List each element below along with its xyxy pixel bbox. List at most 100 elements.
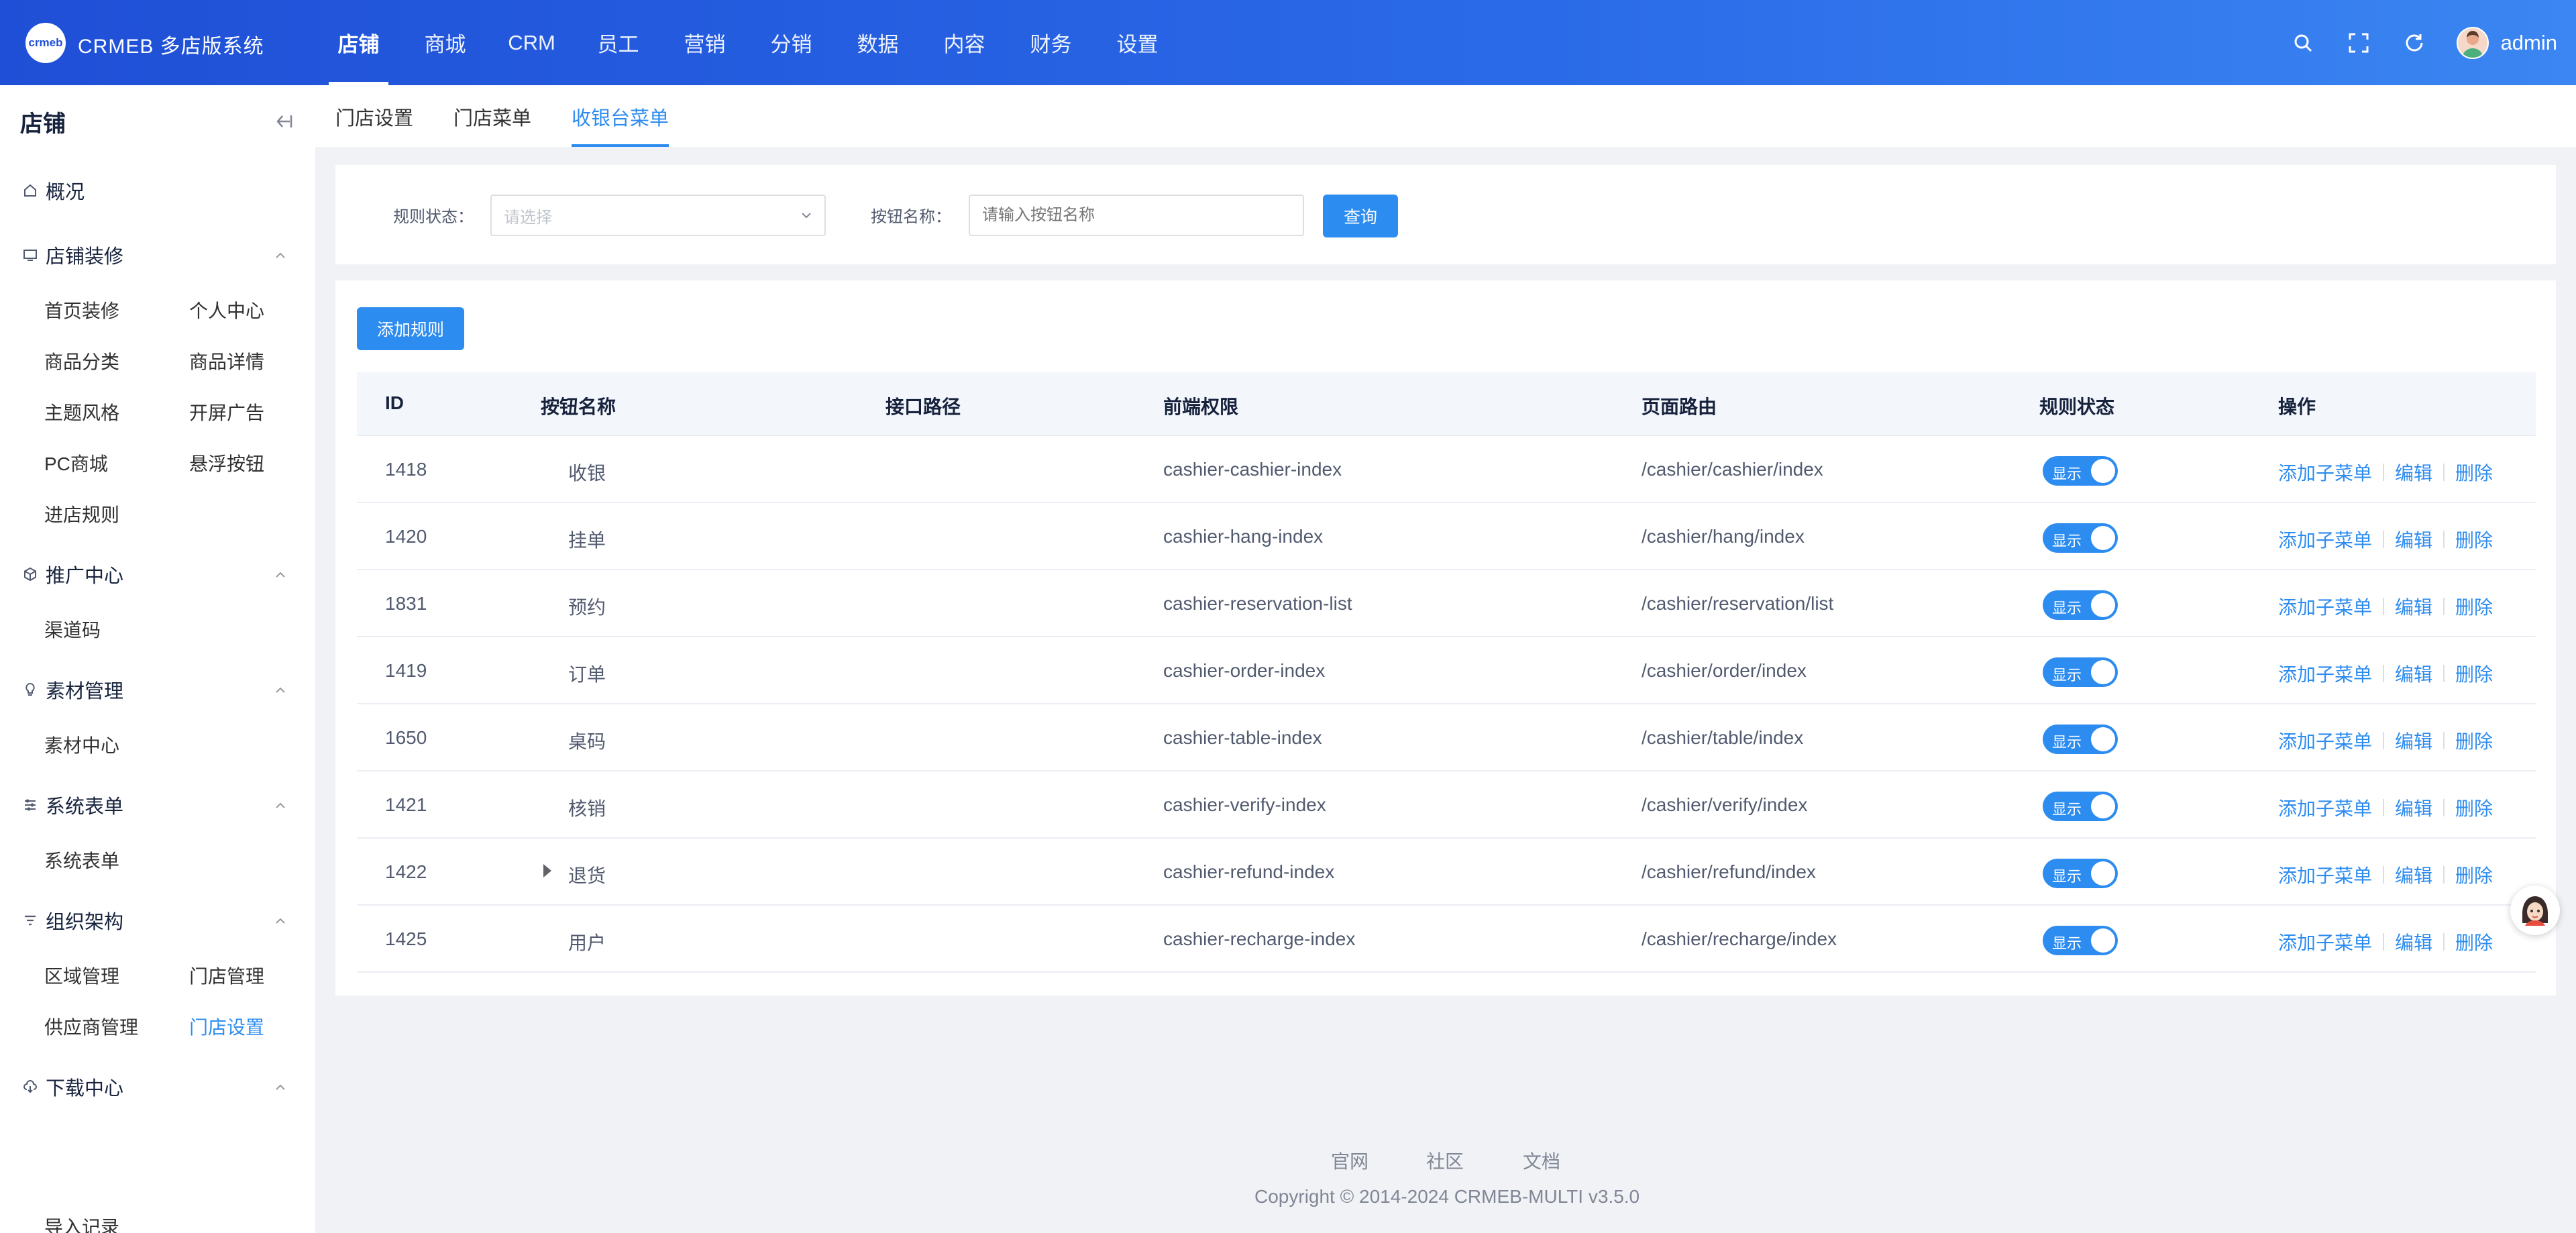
- footer-link-docs[interactable]: 文档: [1523, 1147, 1560, 1174]
- collapse-sidebar-icon[interactable]: [271, 109, 295, 133]
- tab-store-menu[interactable]: 门店菜单: [453, 103, 531, 147]
- top-nav-marketing[interactable]: 营销: [661, 0, 748, 85]
- row-actions: 添加子菜单 编辑 删除: [2278, 928, 2493, 955]
- add-submenu-link[interactable]: 添加子菜单: [2278, 727, 2372, 754]
- sidebar-group-download[interactable]: 下载中心: [20, 1071, 302, 1103]
- sidebar-item-product-detail[interactable]: 商品详情: [189, 347, 264, 374]
- toggle-knob: [2091, 593, 2115, 617]
- cell-id: 1421: [385, 794, 427, 815]
- top-nav-finance[interactable]: 财务: [1008, 0, 1094, 85]
- edit-link[interactable]: 编辑: [2395, 727, 2432, 754]
- add-submenu-link[interactable]: 添加子菜单: [2278, 928, 2372, 955]
- status-toggle[interactable]: 显示: [2043, 926, 2118, 955]
- cell-name: 收银: [568, 463, 606, 484]
- sidebar-item-import-records[interactable]: 导入记录: [44, 1213, 119, 1233]
- sidebar-item-store-management[interactable]: 门店管理: [189, 962, 264, 989]
- top-nav-crm[interactable]: CRM: [488, 0, 575, 85]
- add-submenu-link[interactable]: 添加子菜单: [2278, 660, 2372, 687]
- edit-link[interactable]: 编辑: [2395, 794, 2432, 821]
- delete-link[interactable]: 删除: [2455, 727, 2493, 754]
- username[interactable]: admin: [2501, 31, 2557, 55]
- top-nav-mall[interactable]: 商城: [402, 0, 488, 85]
- sidebar-group-system-form[interactable]: 系统表单: [20, 789, 302, 821]
- divider: [2443, 799, 2445, 816]
- status-toggle[interactable]: 显示: [2043, 859, 2118, 888]
- table-row: 1425 用户 cashier-recharge-index /cashier/…: [357, 906, 2536, 973]
- tab-store-settings[interactable]: 门店设置: [335, 103, 413, 147]
- sidebar-group-organization[interactable]: 组织架构: [20, 904, 302, 936]
- status-toggle[interactable]: 显示: [2043, 456, 2118, 486]
- edit-link[interactable]: 编辑: [2395, 593, 2432, 620]
- delete-link[interactable]: 删除: [2455, 928, 2493, 955]
- table-panel: 添加规则 ID 按钮名称 接口路径 前端权限 页面路由 规则状态 操作 1418…: [335, 280, 2556, 996]
- add-rule-button[interactable]: 添加规则: [357, 307, 464, 350]
- add-submenu-link[interactable]: 添加子菜单: [2278, 861, 2372, 888]
- top-nav-distribution[interactable]: 分销: [748, 0, 835, 85]
- sidebar-item-pc-mall[interactable]: PC商城: [44, 449, 108, 476]
- edit-link[interactable]: 编辑: [2395, 459, 2432, 486]
- status-toggle-text: 显示: [2052, 533, 2082, 549]
- sidebar-item-float-button[interactable]: 悬浮按钮: [189, 449, 264, 476]
- status-select[interactable]: 请选择: [490, 195, 826, 236]
- sidebar-group-label: 组织架构: [46, 912, 124, 933]
- sidebar-item-material-center[interactable]: 素材中心: [44, 731, 119, 758]
- top-nav-data[interactable]: 数据: [835, 0, 921, 85]
- status-toggle-text: 显示: [2052, 801, 2082, 818]
- delete-link[interactable]: 删除: [2455, 660, 2493, 687]
- sidebar-item-splash-ad[interactable]: 开屏广告: [189, 398, 264, 425]
- customer-service-avatar-icon[interactable]: [2510, 886, 2560, 935]
- add-submenu-link[interactable]: 添加子菜单: [2278, 459, 2372, 486]
- sidebar-item-product-category[interactable]: 商品分类: [44, 347, 119, 374]
- status-toggle[interactable]: 显示: [2043, 657, 2118, 687]
- avatar[interactable]: [2456, 26, 2489, 59]
- crmeb-logo[interactable]: crmeb: [25, 23, 66, 63]
- add-submenu-link[interactable]: 添加子菜单: [2278, 526, 2372, 553]
- sidebar-group-decoration[interactable]: 店铺装修: [20, 239, 302, 271]
- edit-link[interactable]: 编辑: [2395, 928, 2432, 955]
- delete-link[interactable]: 删除: [2455, 794, 2493, 821]
- top-nav-staff[interactable]: 员工: [575, 0, 661, 85]
- delete-link[interactable]: 删除: [2455, 459, 2493, 486]
- status-toggle[interactable]: 显示: [2043, 590, 2118, 620]
- tab-cashier-menu[interactable]: 收银台菜单: [572, 103, 669, 147]
- button-name-input[interactable]: [969, 195, 1304, 236]
- sidebar-item-overview[interactable]: 概况: [20, 174, 302, 207]
- sidebar-item-store-settings[interactable]: 门店设置: [189, 1013, 264, 1040]
- top-nav-store[interactable]: 店铺: [315, 0, 402, 85]
- footer-link-community[interactable]: 社区: [1426, 1147, 1464, 1174]
- sidebar-group-label: 系统表单: [46, 796, 124, 818]
- sidebar-item-supplier[interactable]: 供应商管理: [44, 1013, 138, 1040]
- sidebar-item-region[interactable]: 区域管理: [44, 962, 119, 989]
- fullscreen-icon[interactable]: [2345, 30, 2372, 56]
- edit-link[interactable]: 编辑: [2395, 861, 2432, 888]
- edit-link[interactable]: 编辑: [2395, 660, 2432, 687]
- sidebar-item-theme[interactable]: 主题风格: [44, 398, 119, 425]
- refresh-icon[interactable]: [2401, 30, 2428, 56]
- delete-link[interactable]: 删除: [2455, 593, 2493, 620]
- status-toggle[interactable]: 显示: [2043, 725, 2118, 754]
- divider: [2443, 732, 2445, 749]
- top-nav-content[interactable]: 内容: [921, 0, 1008, 85]
- edit-link[interactable]: 编辑: [2395, 526, 2432, 553]
- top-nav-settings[interactable]: 设置: [1094, 0, 1181, 85]
- chevron-up-icon: [272, 1079, 288, 1095]
- status-toggle[interactable]: 显示: [2043, 523, 2118, 553]
- sidebar-item-channel-code[interactable]: 渠道码: [44, 616, 101, 643]
- sidebar-item-personal-center[interactable]: 个人中心: [189, 297, 264, 323]
- status-toggle[interactable]: 显示: [2043, 792, 2118, 821]
- cell-route: /cashier/table/index: [1642, 727, 1804, 748]
- delete-link[interactable]: 删除: [2455, 861, 2493, 888]
- sidebar-title: 店铺: [20, 111, 66, 137]
- add-submenu-link[interactable]: 添加子菜单: [2278, 593, 2372, 620]
- search-icon[interactable]: [2290, 30, 2316, 56]
- footer-link-official[interactable]: 官网: [1331, 1147, 1368, 1174]
- add-submenu-link[interactable]: 添加子菜单: [2278, 794, 2372, 821]
- sidebar-group-material[interactable]: 素材管理: [20, 674, 302, 706]
- sidebar-group-promotion[interactable]: 推广中心: [20, 558, 302, 590]
- sidebar-item-system-form[interactable]: 系统表单: [44, 847, 119, 873]
- query-button[interactable]: 查询: [1323, 195, 1398, 237]
- expand-row-icon[interactable]: [543, 864, 551, 877]
- delete-link[interactable]: 删除: [2455, 526, 2493, 553]
- sidebar-item-entry-rules[interactable]: 进店规则: [44, 500, 119, 527]
- sidebar-item-home-decor[interactable]: 首页装修: [44, 297, 119, 323]
